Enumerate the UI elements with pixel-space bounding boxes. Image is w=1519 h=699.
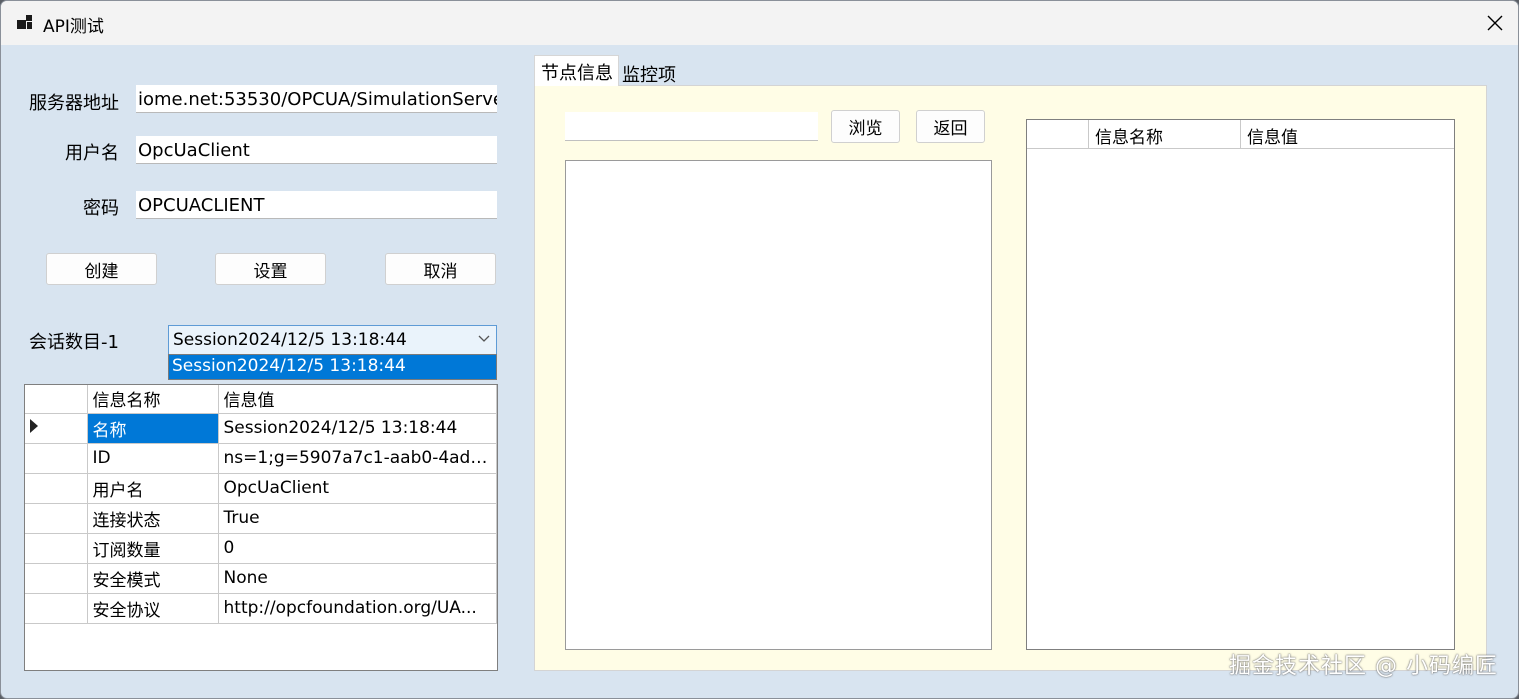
app-window: API测试 服务器地址 用户名 密码 创建 设置 取消 会话数目-1 Sessi… [0, 0, 1519, 699]
table-row[interactable]: 订阅数量 0 [25, 533, 497, 564]
session-select-value: Session2024/12/5 13:18:44 [173, 330, 407, 350]
cell-value[interactable]: OpcUaClient [218, 473, 497, 504]
node-info-grid: 信息名称 信息值 [1026, 119, 1455, 650]
session-info-grid: 信息名称 信息值 名称 Session2024/12/5 13:18:44 ID… [24, 384, 498, 671]
create-button[interactable]: 创建 [46, 253, 157, 285]
cancel-button[interactable]: 取消 [385, 253, 496, 285]
cell-name[interactable]: 订阅数量 [87, 533, 219, 564]
session-option[interactable]: Session2024/12/5 13:18:44 [169, 355, 496, 379]
close-button[interactable] [1472, 1, 1518, 45]
table-row[interactable]: 安全协议 http://opcfoundation.org/UA... [25, 593, 497, 624]
node-path-input[interactable] [565, 112, 818, 141]
cell-name[interactable]: 名称 [87, 413, 219, 444]
row-header-corner [25, 385, 88, 414]
node-tree-view[interactable] [565, 160, 992, 650]
current-row-arrow-icon [30, 419, 38, 433]
row-header[interactable] [25, 503, 88, 534]
server-address-input[interactable] [136, 85, 497, 113]
cell-value[interactable]: http://opcfoundation.org/UA... [218, 593, 497, 624]
column-header-value[interactable]: 信息值 [218, 385, 497, 414]
browse-button[interactable]: 浏览 [831, 110, 900, 143]
table-row[interactable]: 连接状态 True [25, 503, 497, 534]
password-input[interactable] [136, 191, 497, 219]
window-title: API测试 [43, 17, 104, 37]
column-header-value[interactable]: 信息值 [1241, 120, 1391, 148]
row-header-corner [1027, 120, 1089, 148]
cell-name[interactable]: 安全模式 [87, 563, 219, 594]
server-address-label: 服务器地址 [29, 93, 119, 114]
title-bar: API测试 [1, 1, 1518, 45]
column-header-name[interactable]: 信息名称 [1089, 120, 1241, 148]
app-icon [17, 15, 32, 29]
row-header[interactable] [25, 413, 88, 444]
cell-name[interactable]: ID [87, 443, 219, 474]
table-row[interactable]: ID ns=1;g=5907a7c1-aab0-4add... [25, 443, 497, 474]
password-label: 密码 [83, 198, 119, 219]
table-row[interactable]: 安全模式 None [25, 563, 497, 594]
cell-name[interactable]: 连接状态 [87, 503, 219, 534]
row-header[interactable] [25, 533, 88, 564]
cell-value[interactable]: None [218, 563, 497, 594]
table-row[interactable]: 名称 Session2024/12/5 13:18:44 [25, 413, 497, 444]
cell-name[interactable]: 用户名 [87, 473, 219, 504]
watermark-text: 掘金技术社区 @ 小码编匠 [1229, 654, 1498, 679]
row-header[interactable] [25, 473, 88, 504]
column-header-name[interactable]: 信息名称 [87, 385, 219, 414]
row-header[interactable] [25, 443, 88, 474]
close-icon [1487, 15, 1503, 31]
tab-node-info[interactable]: 节点信息 [534, 55, 619, 86]
cell-value[interactable]: Session2024/12/5 13:18:44 [218, 413, 497, 444]
node-info-grid-header: 信息名称 信息值 [1027, 120, 1454, 149]
settings-button[interactable]: 设置 [215, 253, 326, 285]
cell-value[interactable]: True [218, 503, 497, 534]
chevron-down-icon [478, 335, 490, 342]
username-label: 用户名 [65, 143, 119, 164]
grid-header-row: 信息名称 信息值 [25, 385, 497, 414]
row-header[interactable] [25, 593, 88, 624]
node-info-tab-page: 浏览 返回 信息名称 信息值 [534, 85, 1487, 671]
session-dropdown-list: Session2024/12/5 13:18:44 [168, 354, 497, 380]
row-header[interactable] [25, 563, 88, 594]
cell-name[interactable]: 安全协议 [87, 593, 219, 624]
session-select[interactable]: Session2024/12/5 13:18:44 [168, 325, 497, 355]
tab-monitored-items[interactable]: 监控项 [616, 58, 681, 86]
cell-value[interactable]: 0 [218, 533, 497, 564]
back-button[interactable]: 返回 [916, 110, 985, 143]
session-count-label: 会话数目-1 [29, 332, 119, 353]
username-input[interactable] [136, 136, 497, 164]
cell-value[interactable]: ns=1;g=5907a7c1-aab0-4add... [218, 443, 497, 474]
table-row[interactable]: 用户名 OpcUaClient [25, 473, 497, 504]
